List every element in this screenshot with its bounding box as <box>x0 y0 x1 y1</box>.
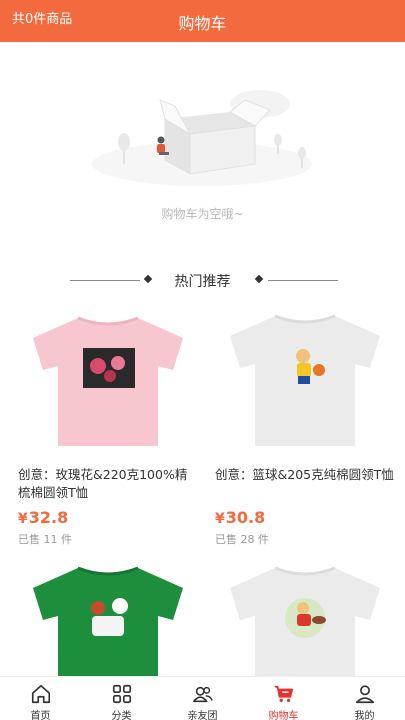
group-icon <box>192 686 213 703</box>
price-value: 32.8 <box>28 508 69 527</box>
bottom-tab-bar: 首页 分类 亲友团 购物车 我的 <box>0 676 405 720</box>
product-card[interactable]: 创意：玫瑰花&220克100%精梳棉圆领T恤 ¥32.8 已售 11 件 <box>18 308 198 547</box>
empty-box-illustration <box>92 90 312 186</box>
tab-label: 分类 <box>111 711 132 720</box>
tab-group[interactable]: 亲友团 <box>162 677 243 720</box>
user-icon <box>355 685 374 704</box>
currency-symbol: ¥ <box>18 511 28 527</box>
cart-icon <box>274 685 293 703</box>
tab-label: 亲友团 <box>187 711 218 720</box>
tab-label: 购物车 <box>268 711 299 720</box>
product-name: 创意：玫瑰花&220克100%精梳棉圆领T恤 <box>18 467 188 500</box>
tab-home[interactable]: 首页 <box>0 677 81 720</box>
product-price: ¥30.8 <box>215 508 395 527</box>
recommend-title: 热门推荐 <box>174 274 231 290</box>
sold-count: 已售 28 件 <box>215 533 269 546</box>
top-header: 共0件商品 购物车 <box>0 0 405 42</box>
tab-category[interactable]: 分类 <box>81 677 162 720</box>
page-title: 购物车 <box>178 14 227 33</box>
recommend-section-title: 热门推荐 <box>0 268 405 292</box>
tab-label: 我的 <box>354 711 375 720</box>
home-icon <box>31 684 50 704</box>
sold-count: 已售 11 件 <box>18 533 72 546</box>
empty-cart-text: 购物车为空哦~ <box>161 207 244 221</box>
product-price: ¥32.8 <box>18 508 198 527</box>
tab-label: 首页 <box>30 711 51 720</box>
grid-icon <box>112 684 131 704</box>
product-name: 创意：篮球&205克纯棉圆领T恤 <box>215 467 394 482</box>
tab-cart[interactable]: 购物车 <box>243 677 324 720</box>
product-card[interactable]: 创意：篮球&205克纯棉圆领T恤 ¥30.8 已售 28 件 <box>215 308 395 547</box>
tab-mine[interactable]: 我的 <box>324 677 405 720</box>
product-image[interactable] <box>18 308 198 448</box>
product-image[interactable] <box>215 308 395 448</box>
currency-symbol: ¥ <box>215 511 225 527</box>
empty-cart-state: 购物车为空哦~ <box>0 42 405 232</box>
divider-right <box>268 280 338 281</box>
price-value: 30.8 <box>225 508 266 527</box>
